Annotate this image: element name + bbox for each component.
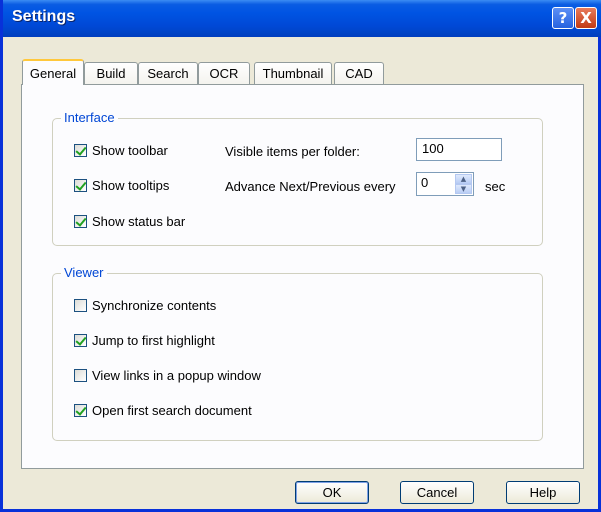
show-status-bar-label: Show status bar: [92, 213, 186, 229]
spin-up-icon[interactable]: ▲: [455, 174, 472, 184]
window-title: Settings: [12, 8, 76, 25]
tab-thumbnail[interactable]: Thumbnail: [254, 62, 332, 84]
synchronize-label: Synchronize contents: [92, 297, 217, 313]
show-toolbar-label: Show toolbar: [92, 142, 168, 158]
checkbox-icon[interactable]: [74, 403, 87, 417]
advance-unit: sec: [485, 179, 506, 194]
help-button[interactable]: Help: [506, 481, 580, 504]
interface-group: Interface Show toolbar Show tooltips Sho…: [52, 110, 543, 246]
advance-spinner[interactable]: 0 ▲ ▼: [416, 172, 474, 196]
checkbox-icon[interactable]: [74, 368, 87, 382]
close-icon[interactable]: X: [575, 7, 597, 29]
popup-links-checkbox[interactable]: View links in a popup window: [74, 366, 261, 384]
advance-label: Advance Next/Previous every: [225, 179, 396, 194]
popup-links-label: View links in a popup window: [92, 367, 261, 383]
jump-highlight-label: Jump to first highlight: [92, 332, 215, 348]
viewer-legend: Viewer: [61, 265, 107, 280]
jump-highlight-checkbox[interactable]: Jump to first highlight: [74, 331, 215, 349]
cancel-button[interactable]: Cancel: [400, 481, 474, 504]
show-toolbar-checkbox[interactable]: Show toolbar: [74, 141, 168, 159]
spin-down-icon[interactable]: ▼: [455, 184, 472, 194]
checkbox-icon[interactable]: [74, 333, 87, 347]
checkbox-icon[interactable]: [74, 178, 87, 192]
checkbox-icon[interactable]: [74, 143, 87, 157]
open-first-checkbox[interactable]: Open first search document: [74, 401, 252, 419]
tab-general[interactable]: General: [22, 59, 84, 85]
checkbox-icon[interactable]: [74, 214, 87, 228]
open-first-label: Open first search document: [92, 402, 252, 418]
settings-window: Settings ? X General Build Search OCR Th…: [0, 0, 601, 512]
visible-items-label: Visible items per folder:: [225, 144, 360, 159]
viewer-group: Viewer Synchronize contents Jump to firs…: [52, 265, 543, 441]
tab-search[interactable]: Search: [138, 62, 198, 84]
ok-button[interactable]: OK: [295, 481, 369, 504]
help-icon[interactable]: ?: [552, 7, 574, 29]
show-tooltips-checkbox[interactable]: Show tooltips: [74, 176, 169, 194]
visible-items-input[interactable]: 100: [416, 138, 502, 161]
checkbox-icon[interactable]: [74, 298, 87, 312]
interface-legend: Interface: [61, 110, 118, 125]
tab-cad[interactable]: CAD: [334, 62, 384, 84]
title-bar: Settings ? X: [3, 0, 601, 37]
tab-ocr[interactable]: OCR: [198, 62, 250, 84]
general-panel: Interface Show toolbar Show tooltips Sho…: [21, 84, 584, 469]
show-status-bar-checkbox[interactable]: Show status bar: [74, 212, 185, 230]
show-tooltips-label: Show tooltips: [92, 177, 170, 193]
synchronize-checkbox[interactable]: Synchronize contents: [74, 296, 216, 314]
tab-build[interactable]: Build: [84, 62, 138, 84]
